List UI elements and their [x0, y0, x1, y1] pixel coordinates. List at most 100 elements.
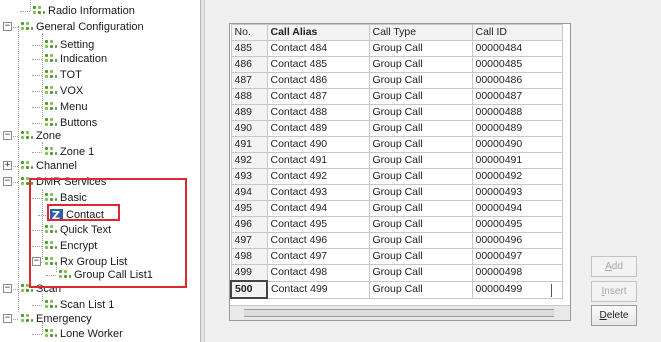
collapse-toggle-icon[interactable]: − — [3, 131, 12, 140]
table-row[interactable]: 492 Contact 491 Group Call 00000491 — [230, 152, 563, 169]
call-id-cell[interactable]: 00000490 — [471, 136, 563, 153]
table-row[interactable]: 490 Contact 489 Group Call 00000489 — [230, 120, 563, 137]
collapse-toggle-icon[interactable]: − — [3, 314, 12, 323]
row-number-cell[interactable]: 489 — [230, 104, 268, 121]
call-type-cell[interactable]: Group Call — [368, 280, 473, 299]
row-number-cell[interactable]: 492 — [230, 152, 268, 169]
table-row[interactable]: 500 Contact 499 Group Call 00000499 — [230, 280, 563, 299]
row-number-cell[interactable]: 496 — [230, 216, 268, 233]
call-type-cell[interactable]: Group Call — [368, 56, 473, 73]
call-id-cell[interactable]: 00000493 — [471, 184, 563, 201]
table-row[interactable]: 485 Contact 484 Group Call 00000484 — [230, 40, 563, 57]
scrollbar-thumb[interactable] — [244, 309, 554, 317]
column-header-call-type[interactable]: Call Type — [368, 24, 473, 41]
call-alias-cell[interactable]: Contact 492 — [266, 168, 370, 185]
call-id-cell[interactable]: 00000489 — [471, 120, 563, 137]
call-alias-cell[interactable]: Contact 485 — [266, 56, 370, 73]
call-id-cell[interactable]: 00000497 — [471, 248, 563, 265]
call-alias-cell[interactable]: Contact 499 — [266, 280, 370, 299]
row-number-cell[interactable]: 488 — [230, 88, 268, 105]
call-type-cell[interactable]: Group Call — [368, 120, 473, 137]
collapse-toggle-icon[interactable]: − — [3, 284, 12, 293]
collapse-toggle-icon[interactable]: − — [32, 257, 41, 266]
call-type-cell[interactable]: Group Call — [368, 152, 473, 169]
call-alias-cell[interactable]: Contact 493 — [266, 184, 370, 201]
row-number-cell[interactable]: 486 — [230, 56, 268, 73]
table-row[interactable]: 489 Contact 488 Group Call 00000488 — [230, 104, 563, 121]
call-id-cell[interactable]: 00000487 — [471, 88, 563, 105]
call-alias-cell[interactable]: Contact 495 — [266, 216, 370, 233]
column-header-call-alias[interactable]: Call Alias — [266, 24, 370, 41]
call-id-cell[interactable]: 00000499 — [471, 280, 563, 299]
call-id-cell[interactable]: 00000492 — [471, 168, 563, 185]
row-number-cell[interactable]: 497 — [230, 232, 268, 249]
row-number-cell[interactable]: 490 — [230, 120, 268, 137]
table-row[interactable]: 499 Contact 498 Group Call 00000498 — [230, 264, 563, 282]
call-alias-cell[interactable]: Contact 487 — [266, 88, 370, 105]
row-number-cell[interactable]: 491 — [230, 136, 268, 153]
call-type-cell[interactable]: Group Call — [368, 88, 473, 105]
call-type-cell[interactable]: Group Call — [368, 200, 473, 217]
call-alias-cell[interactable]: Contact 486 — [266, 72, 370, 89]
call-id-cell[interactable]: 00000496 — [471, 232, 563, 249]
table-row[interactable]: 491 Contact 490 Group Call 00000490 — [230, 136, 563, 153]
call-id-cell[interactable]: 00000495 — [471, 216, 563, 233]
add-button[interactable]: Add — [591, 256, 637, 277]
delete-button[interactable]: Delete — [591, 305, 637, 326]
row-number-cell[interactable]: 498 — [230, 248, 268, 265]
call-id-cell[interactable]: 00000486 — [471, 72, 563, 89]
call-alias-cell[interactable]: Contact 496 — [266, 232, 370, 249]
row-number-cell[interactable]: 495 — [230, 200, 268, 217]
call-type-cell[interactable]: Group Call — [368, 248, 473, 265]
table-row[interactable]: 487 Contact 486 Group Call 00000486 — [230, 72, 563, 89]
call-id-cell[interactable]: 00000485 — [471, 56, 563, 73]
node-icon — [44, 240, 57, 252]
table-row[interactable]: 497 Contact 496 Group Call 00000496 — [230, 232, 563, 249]
table-row[interactable]: 494 Contact 493 Group Call 00000493 — [230, 184, 563, 201]
call-alias-cell[interactable]: Contact 497 — [266, 248, 370, 265]
collapse-toggle-icon[interactable]: − — [3, 177, 12, 186]
table-row[interactable]: 496 Contact 495 Group Call 00000495 — [230, 216, 563, 233]
row-number-cell[interactable]: 493 — [230, 168, 268, 185]
row-number-cell[interactable]: 487 — [230, 72, 268, 89]
add-button-mnemonic: A — [605, 261, 612, 272]
row-number-cell[interactable]: 499 — [230, 264, 268, 282]
call-id-cell[interactable]: 00000484 — [471, 40, 563, 57]
call-type-cell[interactable]: Group Call — [368, 264, 473, 282]
navigation-tree[interactable]: Radio Information − General Configuration S… — [0, 0, 200, 342]
call-id-cell[interactable]: 00000491 — [471, 152, 563, 169]
call-alias-cell[interactable]: Contact 488 — [266, 104, 370, 121]
horizontal-scrollbar[interactable] — [230, 305, 570, 320]
row-number-cell[interactable]: 500 — [230, 280, 268, 299]
call-type-cell[interactable]: Group Call — [368, 136, 473, 153]
table-row[interactable]: 493 Contact 492 Group Call 00000492 — [230, 168, 563, 185]
call-id-cell[interactable]: 00000488 — [471, 104, 563, 121]
table-row[interactable]: 498 Contact 497 Group Call 00000497 — [230, 248, 563, 265]
table-row[interactable]: 486 Contact 485 Group Call 00000485 — [230, 56, 563, 73]
row-number-cell[interactable]: 485 — [230, 40, 268, 57]
call-alias-cell[interactable]: Contact 491 — [266, 152, 370, 169]
table-row[interactable]: 495 Contact 494 Group Call 00000494 — [230, 200, 563, 217]
row-number-cell[interactable]: 494 — [230, 184, 268, 201]
call-alias-cell[interactable]: Contact 498 — [266, 264, 370, 282]
insert-button[interactable]: Insert — [591, 281, 637, 302]
call-id-cell[interactable]: 00000498 — [471, 264, 563, 282]
call-type-cell[interactable]: Group Call — [368, 72, 473, 89]
call-type-cell[interactable]: Group Call — [368, 216, 473, 233]
call-alias-cell[interactable]: Contact 490 — [266, 136, 370, 153]
call-alias-cell[interactable]: Contact 484 — [266, 40, 370, 57]
call-id-cell[interactable]: 00000494 — [471, 200, 563, 217]
contact-grid[interactable]: No. Call Alias Call Type Call ID 485 Cont… — [229, 23, 571, 321]
column-header-call-id[interactable]: Call ID — [471, 24, 563, 41]
collapse-toggle-icon[interactable]: − — [3, 22, 12, 31]
call-alias-cell[interactable]: Contact 494 — [266, 200, 370, 217]
call-type-cell[interactable]: Group Call — [368, 168, 473, 185]
call-type-cell[interactable]: Group Call — [368, 104, 473, 121]
table-row[interactable]: 488 Contact 487 Group Call 00000487 — [230, 88, 563, 105]
call-type-cell[interactable]: Group Call — [368, 184, 473, 201]
expand-toggle-icon[interactable]: + — [3, 161, 12, 170]
call-type-cell[interactable]: Group Call — [368, 40, 473, 57]
column-header-no[interactable]: No. — [230, 24, 268, 41]
call-type-cell[interactable]: Group Call — [368, 232, 473, 249]
call-alias-cell[interactable]: Contact 489 — [266, 120, 370, 137]
